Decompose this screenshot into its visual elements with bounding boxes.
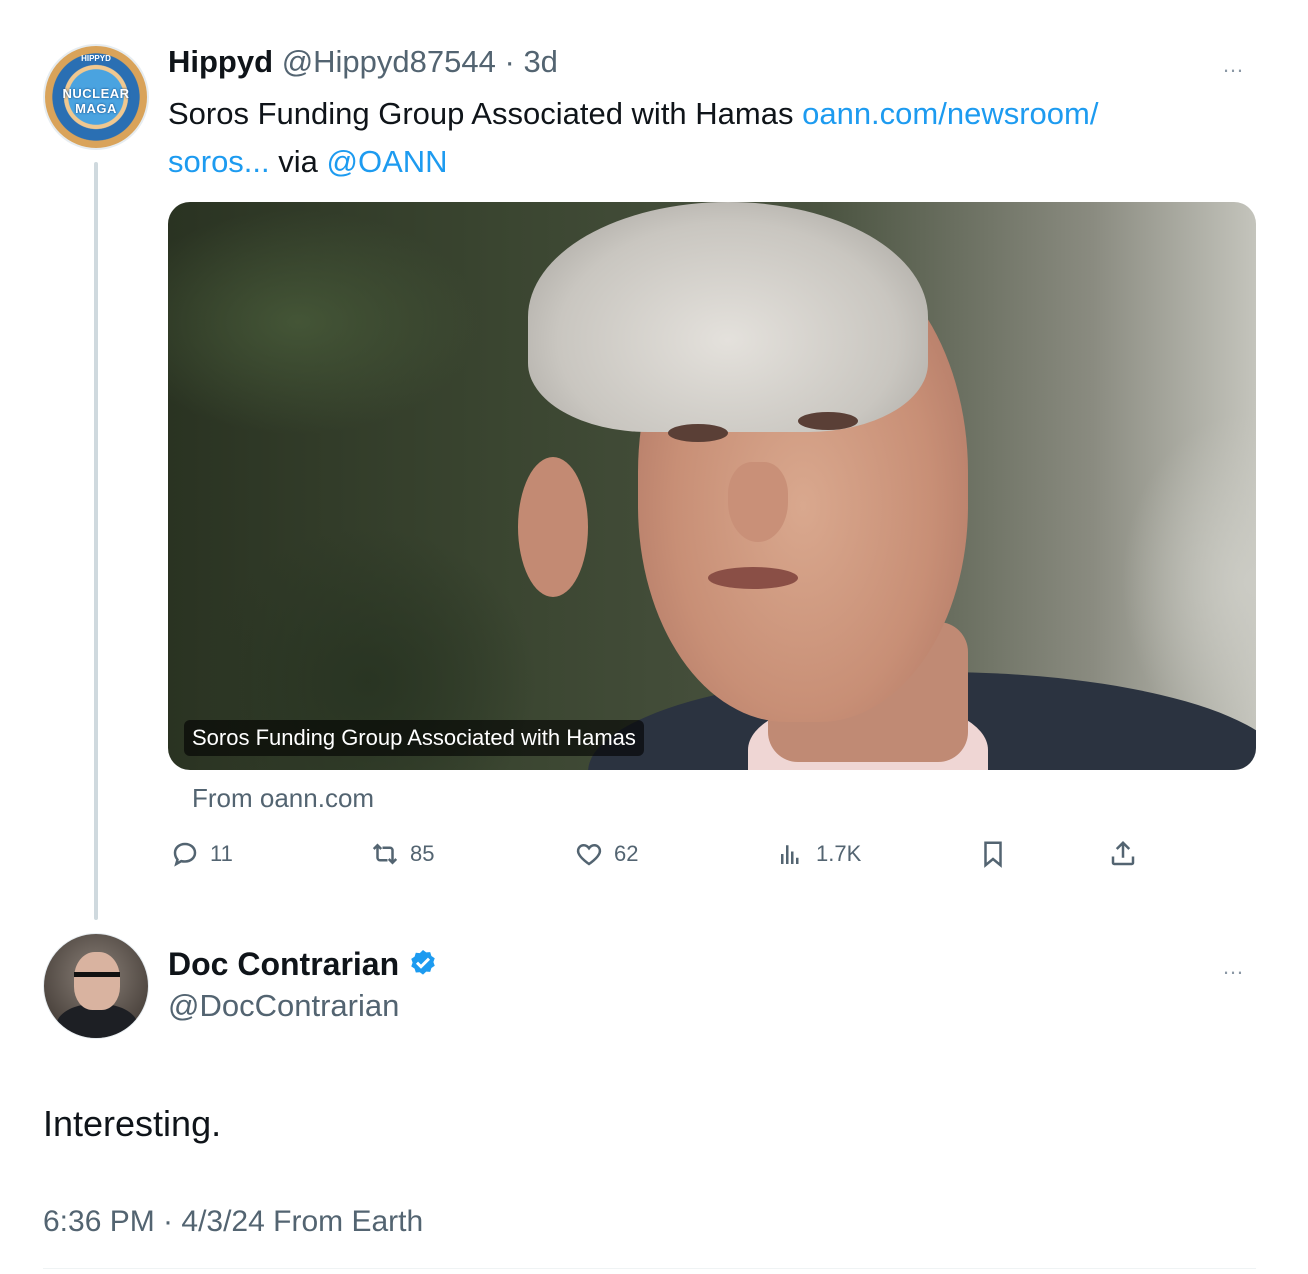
card-photo-eye-right bbox=[798, 412, 858, 430]
bookmark-icon bbox=[984, 841, 1002, 868]
bottom-divider bbox=[43, 1268, 1256, 1269]
author-handle[interactable]: @Hippyd87544 bbox=[282, 44, 496, 79]
tweet-text-via: via bbox=[269, 144, 327, 179]
views-button[interactable]: 1.7K bbox=[776, 836, 861, 872]
views-count: 1.7K bbox=[816, 841, 862, 866]
avatar-ring-text: HIPPYD bbox=[81, 54, 111, 63]
reply-author-handle[interactable]: @DocContrarian bbox=[168, 986, 399, 1026]
reply-tweet-text: Interesting. bbox=[43, 1103, 222, 1144]
tweet-link[interactable]: oann.com/newsroom/ bbox=[802, 96, 1098, 131]
card-photo-mouth bbox=[708, 567, 798, 589]
card-source[interactable]: From oann.com bbox=[192, 780, 374, 816]
more-options-icon[interactable]: … bbox=[1222, 54, 1245, 76]
action-bar: 11 85 62 1.7K bbox=[170, 836, 1150, 872]
card-photo-ear bbox=[518, 457, 588, 597]
tweet-timestamp[interactable]: 3d bbox=[523, 44, 557, 79]
avatar-center-text: NUCLEAR MAGA bbox=[62, 86, 130, 116]
verified-badge-icon[interactable] bbox=[407, 948, 439, 980]
link-card-image[interactable]: Soros Funding Group Associated with Hama… bbox=[168, 202, 1256, 770]
bookmark-button[interactable] bbox=[978, 836, 1008, 872]
mention-link[interactable]: @OANN bbox=[327, 144, 448, 179]
separator-dot: · bbox=[504, 44, 515, 79]
reply-author-row: Doc Contrarian bbox=[168, 943, 439, 985]
reply-timestamp-meta[interactable]: 6:36 PM · 4/3/24 From Earth bbox=[43, 1202, 423, 1242]
reply-icon bbox=[173, 842, 197, 867]
reply-author-name[interactable]: Doc Contrarian bbox=[168, 943, 399, 985]
repost-icon bbox=[372, 843, 398, 865]
like-count: 62 bbox=[614, 841, 639, 866]
repost-count: 85 bbox=[410, 841, 435, 866]
repost-button[interactable]: 85 bbox=[370, 836, 434, 872]
like-button[interactable]: 62 bbox=[574, 836, 638, 872]
reply-button[interactable]: 11 bbox=[170, 836, 233, 872]
card-photo-nose bbox=[728, 462, 788, 542]
card-photo-hair bbox=[528, 202, 928, 432]
card-caption: Soros Funding Group Associated with Hama… bbox=[184, 720, 644, 756]
author-name[interactable]: Hippyd bbox=[168, 44, 273, 79]
reply-count: 11 bbox=[210, 841, 233, 866]
avatar-doc-contrarian[interactable] bbox=[43, 933, 149, 1039]
avatar-hippyd[interactable]: HIPPYD NUCLEAR MAGA bbox=[43, 44, 149, 150]
share-icon bbox=[1111, 840, 1135, 866]
share-button[interactable] bbox=[1108, 836, 1138, 872]
tweet-link-continued[interactable]: soros... bbox=[168, 144, 270, 179]
analytics-icon bbox=[781, 845, 799, 864]
avatar-photo-glasses bbox=[74, 972, 120, 984]
heart-icon bbox=[576, 843, 602, 866]
parent-tweet-text: Soros Funding Group Associated with Hama… bbox=[168, 90, 1248, 186]
reply-more-options-icon[interactable]: … bbox=[1222, 956, 1245, 978]
thread-connector-line bbox=[94, 162, 98, 920]
tweet-text-plain: Soros Funding Group Associated with Hama… bbox=[168, 96, 803, 131]
card-photo-eye-left bbox=[668, 424, 728, 442]
parent-tweet-header: Hippyd @Hippyd87544 · 3d bbox=[168, 42, 558, 82]
